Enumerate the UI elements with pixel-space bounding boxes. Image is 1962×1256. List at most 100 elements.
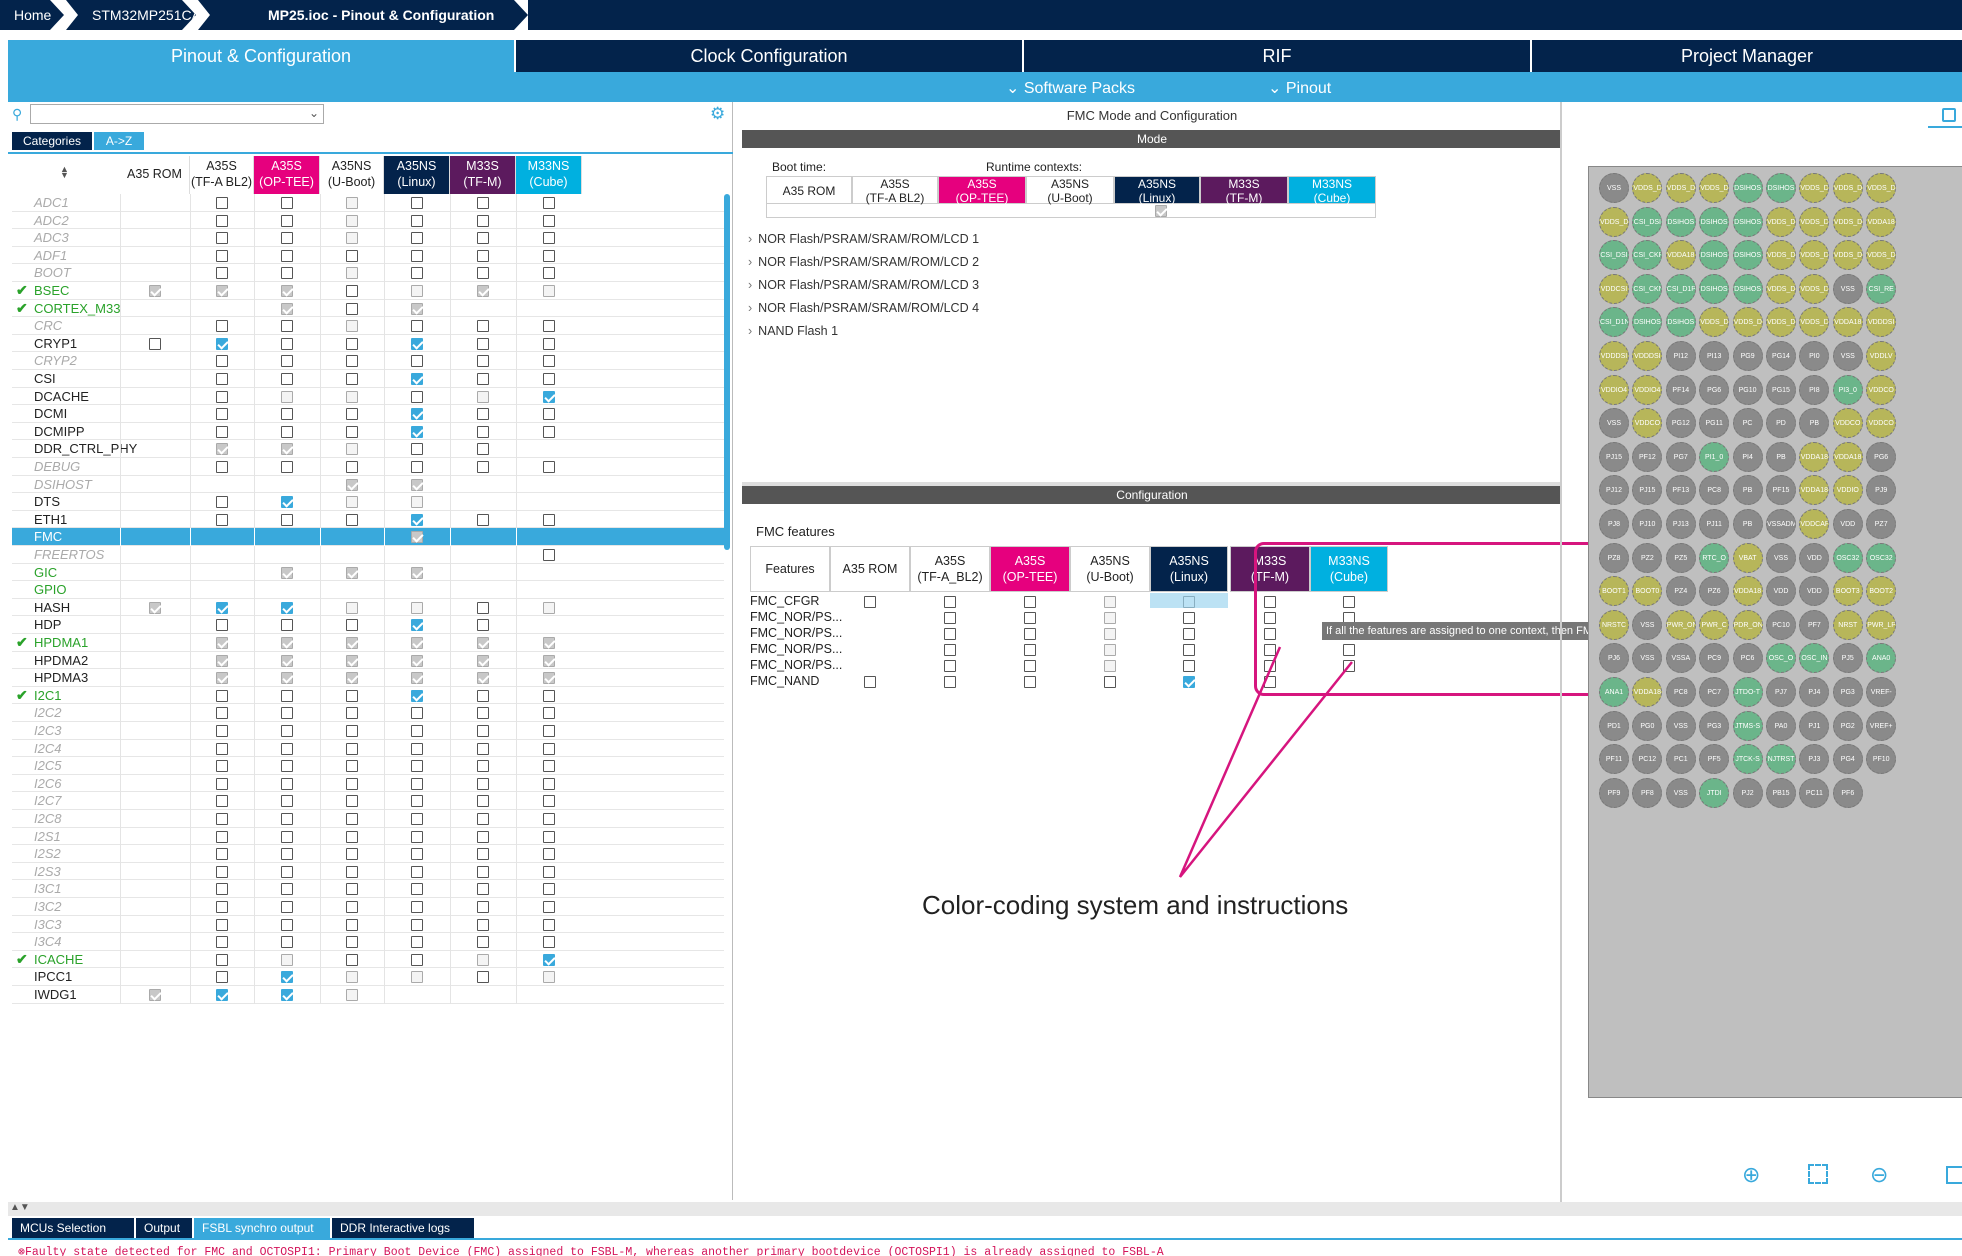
context-checkbox[interactable]: [477, 619, 489, 632]
chip-pin[interactable]: PC11: [1799, 777, 1830, 808]
context-checkbox[interactable]: [216, 461, 228, 473]
context-checkbox[interactable]: [216, 813, 228, 825]
chip-pin[interactable]: PZ6: [1699, 576, 1730, 607]
context-checkbox[interactable]: [216, 513, 228, 526]
component-row[interactable]: DDR_CTRL_PHY: [12, 440, 724, 458]
context-checkbox[interactable]: [543, 390, 555, 403]
feature-checkbox[interactable]: [1104, 628, 1116, 640]
chip-pin[interactable]: VSSADM: [1766, 509, 1796, 539]
context-checkbox[interactable]: [281, 425, 293, 438]
component-row[interactable]: ADC1: [12, 194, 724, 212]
context-checkbox[interactable]: [477, 320, 489, 333]
context-checkbox[interactable]: [543, 214, 555, 227]
chip-pin[interactable]: VDDDSI: [1632, 341, 1663, 371]
chip-pin[interactable]: PC7: [1699, 677, 1730, 707]
context-checkbox[interactable]: [411, 214, 423, 227]
chip-pin[interactable]: PA0: [1766, 710, 1796, 741]
component-row[interactable]: I2C2: [12, 704, 724, 722]
component-row[interactable]: ETH1: [12, 510, 724, 529]
chip-pin[interactable]: PI3_0: [1832, 374, 1863, 405]
chip-pin[interactable]: PF12: [1632, 441, 1663, 472]
context-checkbox[interactable]: [346, 267, 358, 280]
chip-pin[interactable]: PG3: [1832, 677, 1863, 707]
chip-pin[interactable]: VDDS_D: [1732, 307, 1763, 338]
chip-pin[interactable]: DSIHOS: [1665, 206, 1696, 237]
chip-pin[interactable]: ANA0: [1866, 643, 1897, 674]
context-checkbox[interactable]: [477, 232, 489, 245]
context-checkbox[interactable]: [281, 197, 293, 209]
context-checkbox[interactable]: [477, 337, 489, 350]
column-header[interactable]: A35NS (U-Boot): [320, 156, 384, 194]
context-checkbox[interactable]: [281, 390, 293, 403]
context-checkbox[interactable]: [477, 672, 489, 685]
feature-checkbox[interactable]: [1024, 596, 1036, 608]
chip-pin[interactable]: PJ10: [1632, 509, 1663, 539]
chip-pin[interactable]: CSI_CKP: [1632, 240, 1663, 271]
context-checkbox[interactable]: [281, 285, 293, 297]
chip-pin[interactable]: CSI_D1N: [1599, 307, 1629, 338]
context-checkbox[interactable]: [477, 883, 489, 896]
context-checkbox[interactable]: [543, 355, 555, 368]
chip-pin[interactable]: BOOT0: [1632, 576, 1663, 607]
context-checkbox[interactable]: [477, 953, 489, 966]
context-checkbox[interactable]: [411, 830, 423, 843]
component-row[interactable]: DCACHE: [12, 387, 724, 406]
chip-pin[interactable]: PJ11: [1699, 509, 1730, 539]
chip-view-menu-icon[interactable]: [1942, 108, 1956, 122]
chip-pin[interactable]: ANA1: [1599, 677, 1629, 707]
chip-pin[interactable]: VDDA18: [1799, 441, 1830, 472]
context-checkbox[interactable]: [346, 443, 358, 456]
tab-fsbl-synchro-output[interactable]: FSBL synchro output: [194, 1218, 330, 1238]
feature-checkbox[interactable]: [944, 612, 956, 624]
chip-pin[interactable]: VSS: [1665, 710, 1696, 741]
chip-pin[interactable]: PG6: [1699, 374, 1730, 405]
context-checkbox[interactable]: [216, 637, 228, 649]
chip-pin[interactable]: PB: [1732, 509, 1763, 539]
tab-project-manager[interactable]: Project Manager: [1532, 40, 1962, 72]
component-row[interactable]: DEBUG: [12, 458, 724, 476]
chip-pin[interactable]: PF15: [1766, 475, 1796, 506]
chip-pin[interactable]: PC8: [1665, 677, 1696, 707]
context-checkbox[interactable]: [411, 285, 423, 297]
context-checkbox[interactable]: [281, 672, 293, 685]
chip-pin[interactable]: PZ5: [1665, 542, 1696, 573]
context-checkbox[interactable]: [346, 971, 358, 984]
chip-pin[interactable]: PD: [1766, 408, 1796, 439]
chip-pin[interactable]: OSC_O: [1766, 643, 1796, 674]
chip-pin[interactable]: VDDS_D: [1766, 206, 1796, 237]
chip-pin[interactable]: VDDS_D: [1799, 307, 1830, 338]
context-checkbox[interactable]: [411, 320, 423, 333]
context-checkbox[interactable]: [216, 918, 228, 931]
component-row[interactable]: I2C4: [12, 739, 724, 758]
component-row[interactable]: I2C3: [12, 722, 724, 740]
context-checkbox[interactable]: [281, 760, 293, 773]
chip-pin[interactable]: PG12: [1665, 408, 1696, 439]
chip-pin[interactable]: PC: [1732, 408, 1763, 439]
context-checkbox[interactable]: [543, 232, 555, 245]
chip-pin[interactable]: PI12: [1665, 341, 1696, 371]
context-checkbox[interactable]: [281, 232, 293, 245]
context-checkbox[interactable]: [543, 337, 555, 350]
component-row[interactable]: DSIHOST: [12, 475, 724, 494]
chip-pin[interactable]: DSIHOS: [1732, 240, 1763, 271]
chip-pin[interactable]: DSIHOS: [1766, 173, 1796, 203]
context-checkbox[interactable]: [346, 320, 358, 333]
context-checkbox[interactable]: [477, 425, 489, 438]
tab-pinout-configuration[interactable]: Pinout & Configuration: [8, 40, 516, 72]
context-checkbox[interactable]: [216, 214, 228, 227]
chip-pin[interactable]: PG7: [1665, 441, 1696, 472]
context-checkbox[interactable]: [346, 408, 358, 421]
context-checkbox[interactable]: [346, 918, 358, 931]
chip-pin[interactable]: PJ12: [1599, 475, 1629, 506]
context-checkbox[interactable]: [543, 883, 555, 896]
context-checkbox[interactable]: [346, 813, 358, 825]
chip-pin[interactable]: NRST: [1832, 609, 1863, 640]
chip-pin[interactable]: VSS: [1665, 777, 1696, 808]
context-checkbox[interactable]: [281, 918, 293, 931]
chip-pin[interactable]: PC10: [1766, 609, 1796, 640]
feature-checkbox[interactable]: [1024, 676, 1036, 688]
context-checkbox[interactable]: [477, 901, 489, 913]
context-checkbox[interactable]: [543, 936, 555, 949]
chip-pin[interactable]: PJ13: [1665, 509, 1696, 539]
context-checkbox[interactable]: [543, 373, 555, 385]
